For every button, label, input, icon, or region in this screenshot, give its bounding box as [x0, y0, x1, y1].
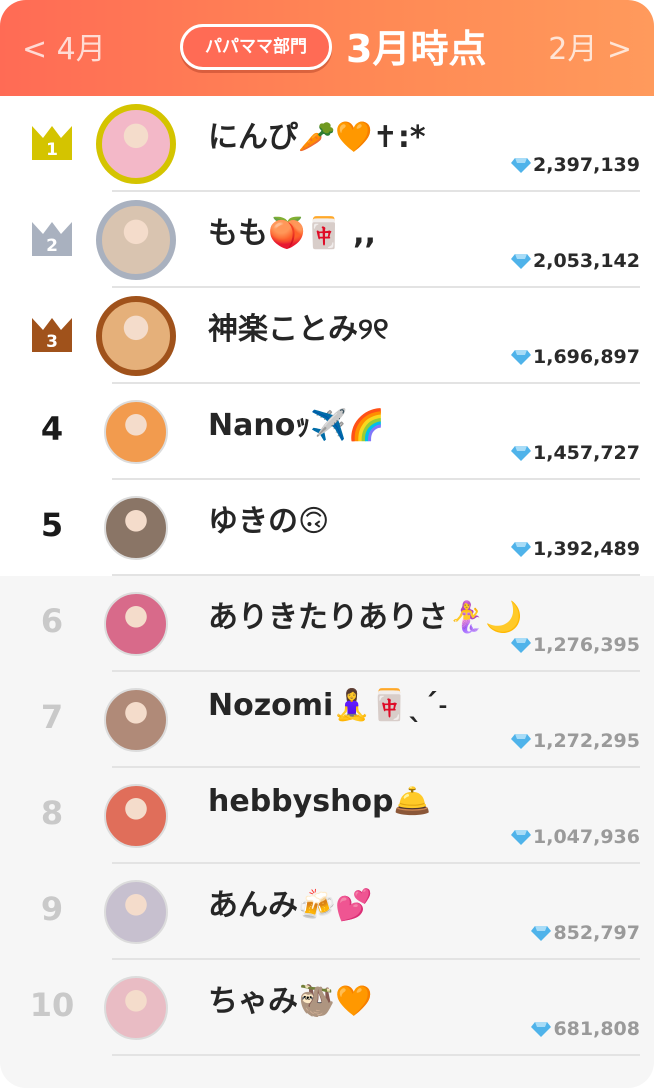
- score: 1,047,936: [511, 826, 640, 848]
- user-name[interactable]: ゆきの🙃: [208, 496, 329, 540]
- rank-number: 6: [40, 602, 64, 640]
- score: 1,392,489: [511, 538, 640, 560]
- score-value: 2,397,139: [533, 154, 640, 176]
- diamond-icon: [511, 446, 532, 461]
- user-name[interactable]: ありきたりありさ🧜‍♀️🌙: [208, 592, 523, 636]
- diamond-icon: [531, 1022, 552, 1037]
- ranking-row[interactable]: 1 にんぴ🥕🧡✝︎:* 2,397,139: [0, 96, 654, 192]
- score-value: 1,272,295: [533, 730, 640, 752]
- avatar[interactable]: [104, 784, 168, 848]
- score-value: 1,696,897: [533, 346, 640, 368]
- rank-number: 4: [40, 410, 64, 448]
- category-button[interactable]: パパママ部門: [180, 24, 332, 70]
- avatar[interactable]: [104, 592, 168, 656]
- score-value: 1,276,395: [533, 634, 640, 656]
- ranking-row[interactable]: 3 神楽ことみ୨୧ 1,696,897: [0, 288, 654, 384]
- ranking-row[interactable]: 9 あんみ🍻💕 852,797: [0, 864, 654, 960]
- user-name[interactable]: Nozomi🧘‍♀️🀄ˎˊ˗: [208, 688, 448, 723]
- diamond-icon: [511, 254, 532, 269]
- score: 1,457,727: [511, 442, 640, 464]
- ranking-header: < 4月 パパママ部門 3月時点 2月 >: [0, 0, 654, 96]
- rank-number: 5: [40, 506, 64, 544]
- diamond-icon: [531, 926, 552, 941]
- crown-icon: 1: [32, 126, 72, 160]
- rank-number: 8: [40, 794, 64, 832]
- score-value: 852,797: [553, 922, 640, 944]
- user-name[interactable]: にんぴ🥕🧡✝︎:*: [208, 112, 426, 156]
- avatar[interactable]: [104, 880, 168, 944]
- crown-rank-number: 1: [46, 140, 58, 160]
- score-value: 681,808: [553, 1018, 640, 1040]
- ranking-row[interactable]: 8 hebbyshop🛎️ 1,047,936: [0, 768, 654, 864]
- score: 1,696,897: [511, 346, 640, 368]
- avatar[interactable]: [104, 976, 168, 1040]
- ranking-screen: < 4月 パパママ部門 3月時点 2月 > 1 にんぴ🥕🧡✝︎:* 2,397,13…: [0, 0, 654, 1088]
- avatar[interactable]: [104, 496, 168, 560]
- crown-icon: 2: [32, 222, 72, 256]
- prev-month-button[interactable]: < 4月: [22, 24, 106, 68]
- crown-rank-number: 2: [46, 236, 58, 256]
- diamond-icon: [511, 350, 532, 365]
- diamond-icon: [511, 542, 532, 557]
- score: 2,397,139: [511, 154, 640, 176]
- score-value: 1,047,936: [533, 826, 640, 848]
- user-name[interactable]: もも🍑🀄 ,,: [208, 208, 376, 252]
- avatar[interactable]: [96, 200, 176, 280]
- rank-number: 10: [29, 986, 75, 1024]
- diamond-icon: [511, 158, 532, 173]
- crown-rank-number: 3: [46, 332, 58, 352]
- avatar[interactable]: [96, 296, 176, 376]
- diamond-icon: [511, 734, 532, 749]
- ranking-row[interactable]: 6 ありきたりありさ🧜‍♀️🌙 1,276,395: [0, 576, 654, 672]
- score-value: 2,053,142: [533, 250, 640, 272]
- avatar[interactable]: [104, 400, 168, 464]
- avatar[interactable]: [96, 104, 176, 184]
- score: 681,808: [531, 1018, 640, 1040]
- ranking-list: 1 にんぴ🥕🧡✝︎:* 2,397,139 2 もも🍑🀄 ,, 2,053,142 3 神楽こ…: [0, 96, 654, 1056]
- rank-number: 7: [40, 698, 64, 736]
- score: 2,053,142: [511, 250, 640, 272]
- ranking-row[interactable]: 10 ちゃみ🦥🧡 681,808: [0, 960, 654, 1056]
- score-value: 1,457,727: [533, 442, 640, 464]
- score: 1,272,295: [511, 730, 640, 752]
- ranking-row[interactable]: 2 もも🍑🀄 ,, 2,053,142: [0, 192, 654, 288]
- user-name[interactable]: あんみ🍻💕: [208, 880, 373, 924]
- score-value: 1,392,489: [533, 538, 640, 560]
- crown-icon: 3: [32, 318, 72, 352]
- user-name[interactable]: 神楽ことみ୨୧: [208, 304, 389, 348]
- ranking-row[interactable]: 7 Nozomi🧘‍♀️🀄ˎˊ˗ 1,272,295: [0, 672, 654, 768]
- score: 1,276,395: [511, 634, 640, 656]
- score: 852,797: [531, 922, 640, 944]
- user-name[interactable]: ちゃみ🦥🧡: [208, 976, 373, 1020]
- ranking-row[interactable]: 4 Nanoｯ✈️🌈 1,457,727: [0, 384, 654, 480]
- rank-number: 9: [40, 890, 64, 928]
- row-divider: [112, 1054, 640, 1056]
- ranking-row[interactable]: 5 ゆきの🙃 1,392,489: [0, 480, 654, 576]
- user-name[interactable]: Nanoｯ✈️🌈: [208, 400, 385, 444]
- avatar[interactable]: [104, 688, 168, 752]
- diamond-icon: [511, 638, 532, 653]
- user-name[interactable]: hebbyshop🛎️: [208, 784, 431, 819]
- diamond-icon: [511, 830, 532, 845]
- next-month-button[interactable]: 2月 >: [548, 24, 632, 68]
- period-title: 3月時点: [346, 27, 487, 71]
